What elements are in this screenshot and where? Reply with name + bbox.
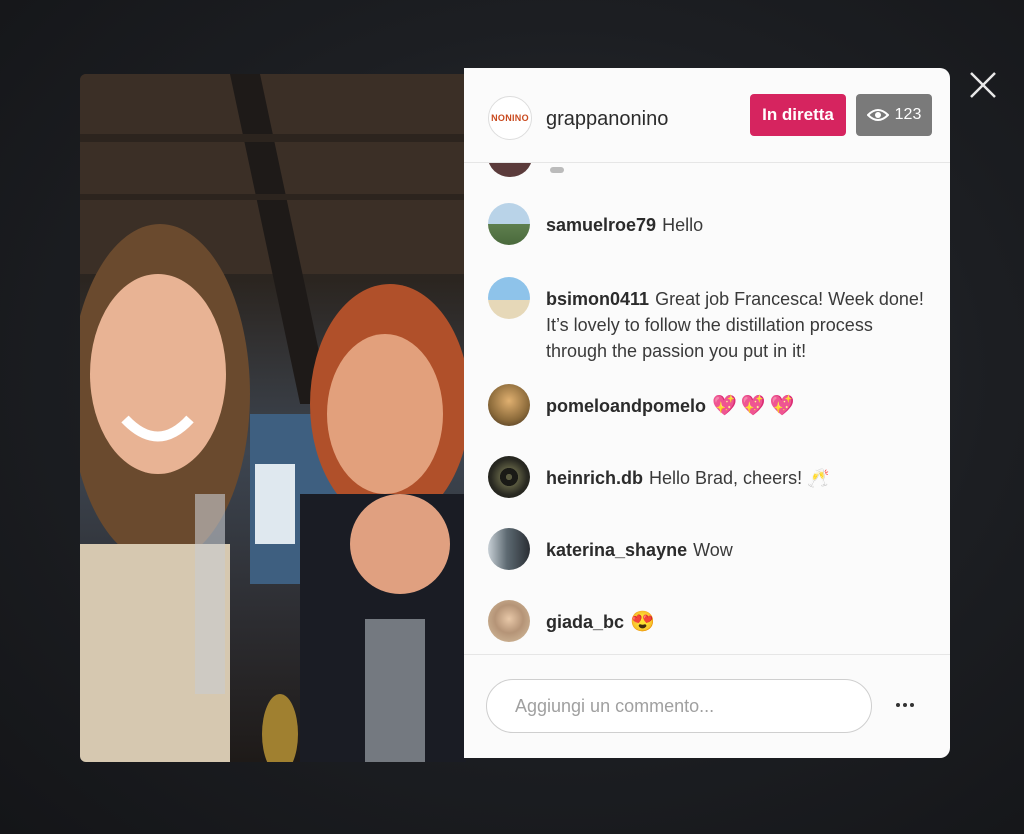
live-video[interactable] — [80, 74, 466, 762]
viewer-count-badge[interactable]: 123 — [856, 94, 932, 136]
comment-body: 💖💖💖 — [712, 395, 799, 417]
comment-username[interactable]: katerina_shayne — [546, 540, 687, 560]
comment-body: Hello — [662, 215, 704, 235]
more-dot — [903, 703, 907, 707]
comment-text: heinrich.db Hello Brad, cheers! 🥂 — [546, 465, 934, 491]
avatar[interactable] — [488, 600, 530, 642]
partial-comment — [550, 167, 564, 173]
close-icon — [970, 72, 996, 98]
comment-username[interactable]: bsimon0411 — [546, 289, 649, 309]
avatar[interactable] — [488, 456, 530, 498]
comment-username[interactable]: giada_bc — [546, 612, 624, 632]
comment-body: 😍 — [630, 611, 655, 633]
avatar[interactable] — [488, 528, 530, 570]
comment-text: bsimon0411 Great job Francesca! Week done… — [546, 286, 934, 364]
more-dot — [910, 703, 914, 707]
comment-list[interactable]: samuelroe79 Hello bsimon0411 Great job Fra… — [464, 163, 950, 653]
comment-text: giada_bc 😍 — [546, 609, 934, 635]
comment-text: pomeloandpomelo 💖💖💖 — [546, 393, 934, 419]
partial-avatar — [488, 163, 532, 177]
comment-input[interactable] — [486, 679, 872, 733]
host-logo-text: NONINO — [491, 113, 529, 123]
comment-body: Hello Brad, cheers! 🥂 — [649, 468, 830, 488]
host-username[interactable]: grappanonino — [546, 108, 668, 131]
close-button[interactable] — [966, 68, 1000, 102]
comment-username[interactable]: samuelroe79 — [546, 215, 656, 235]
comment-text: katerina_shayne Wow — [546, 537, 934, 563]
comment-username[interactable]: pomeloandpomelo — [546, 396, 706, 416]
comment-body: Wow — [693, 540, 733, 560]
live-panel: NONINO grappanonino In diretta 123 samue… — [464, 68, 950, 758]
avatar[interactable] — [488, 384, 530, 426]
host-avatar[interactable]: NONINO — [488, 96, 532, 140]
live-badge: In diretta — [750, 94, 846, 136]
avatar[interactable] — [488, 203, 530, 245]
comment-text: samuelroe79 Hello — [546, 212, 934, 238]
eye-icon — [866, 109, 889, 121]
panel-header: NONINO grappanonino In diretta 123 — [464, 68, 950, 163]
avatar[interactable] — [488, 277, 530, 319]
panel-footer — [464, 654, 950, 758]
comment-username[interactable]: heinrich.db — [546, 468, 643, 488]
more-dot — [896, 703, 900, 707]
video-frame-image — [80, 74, 466, 762]
viewer-count: 123 — [894, 106, 922, 123]
more-options-button[interactable] — [890, 695, 920, 715]
live-modal: NONINO grappanonino In diretta 123 samue… — [80, 68, 950, 762]
